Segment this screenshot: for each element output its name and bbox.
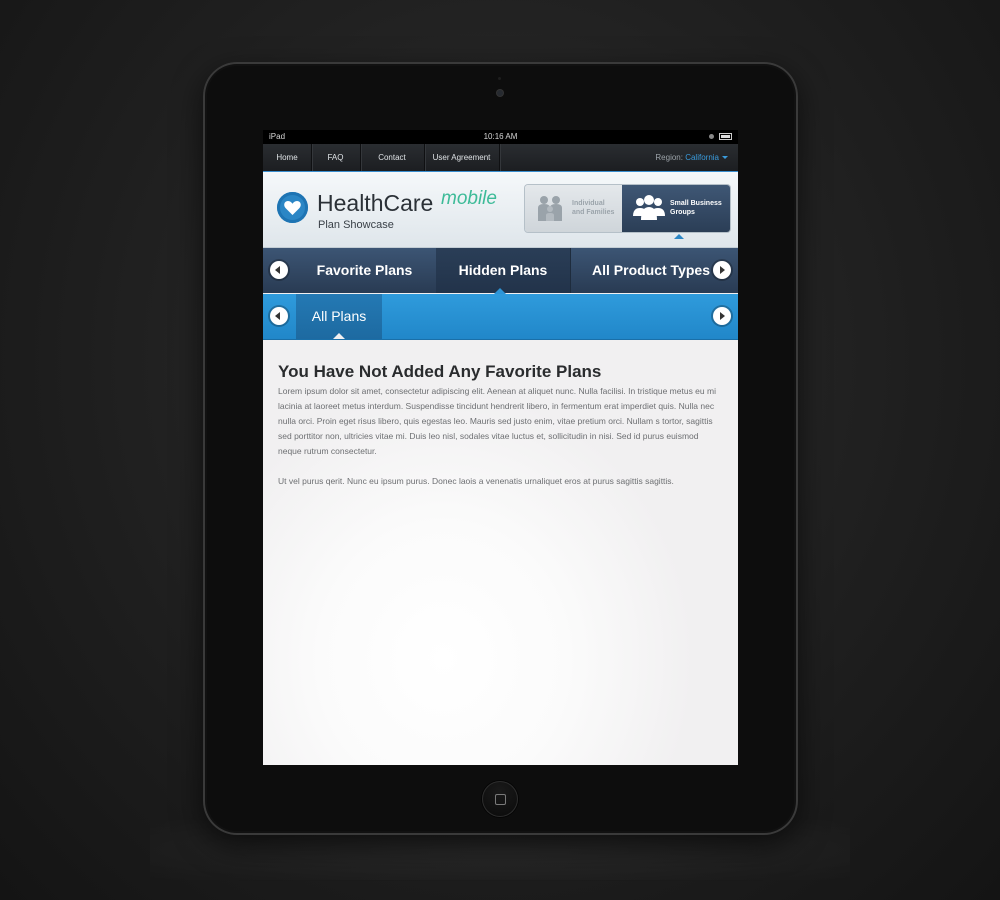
tab-hidden-plans[interactable]: Hidden Plans bbox=[436, 248, 571, 293]
segment-individual-line1: Individual bbox=[572, 200, 605, 207]
segment-business-line1: Small Business bbox=[670, 200, 722, 207]
status-time: 10:16 AM bbox=[483, 132, 518, 141]
home-button[interactable] bbox=[482, 781, 518, 817]
empty-state-paragraph-2: Ut vel purus qerit. Nunc eu ipsum purus.… bbox=[278, 476, 674, 486]
empty-state-heading: You Have Not Added Any Favorite Plans bbox=[278, 362, 602, 381]
audience-segmented-control: Individual and Families Small Business G… bbox=[525, 185, 730, 232]
main-content: You Have Not Added Any Favorite Plans Lo… bbox=[263, 340, 738, 765]
brand-header: HealthCare mobile Plan Showcase Individu… bbox=[263, 172, 738, 248]
tab-label: All Plans bbox=[311, 308, 367, 324]
secondary-tabs-next-button[interactable] bbox=[713, 307, 731, 325]
app-title: HealthCare bbox=[317, 190, 434, 216]
tab-label: Favorite Plans bbox=[316, 262, 413, 278]
arrow-left-icon bbox=[275, 266, 280, 274]
group-icon bbox=[633, 195, 665, 220]
nav-contact[interactable]: Contact bbox=[360, 144, 425, 171]
arrow-left-icon bbox=[275, 312, 280, 320]
segment-individual[interactable]: Individual and Families bbox=[525, 185, 622, 232]
primary-tabs: Favorite Plans Hidden Plans All Product … bbox=[263, 248, 738, 294]
region-value: California bbox=[685, 153, 719, 162]
nav-user-agreement[interactable]: User Agreement bbox=[424, 144, 500, 171]
top-nav: Home FAQ Contact User Agreement Region: … bbox=[263, 144, 738, 172]
selected-segment-pointer bbox=[674, 234, 684, 239]
arrow-right-icon bbox=[720, 312, 725, 320]
segment-small-business[interactable]: Small Business Groups bbox=[622, 185, 730, 232]
empty-state-paragraph-1: Lorem ipsum dolor sit amet, consectetur … bbox=[278, 386, 716, 456]
primary-tabs-next-button[interactable] bbox=[713, 261, 731, 279]
ambient-sensor bbox=[498, 77, 501, 80]
app-subtitle: Plan Showcase bbox=[318, 219, 394, 231]
chevron-down-icon bbox=[722, 156, 728, 160]
secondary-tabs-prev-button[interactable] bbox=[270, 307, 288, 325]
battery-icon bbox=[719, 133, 732, 140]
segment-business-line2: Groups bbox=[670, 209, 695, 216]
app-title-suffix: mobile bbox=[441, 188, 497, 209]
segment-individual-line2: and Families bbox=[572, 209, 615, 216]
status-bar: iPad 10:16 AM bbox=[263, 130, 738, 144]
primary-tabs-prev-button[interactable] bbox=[270, 261, 288, 279]
nav-home[interactable]: Home bbox=[263, 144, 312, 171]
region-selector[interactable]: Region: California bbox=[655, 144, 728, 171]
arrow-right-icon bbox=[720, 266, 725, 274]
family-icon bbox=[538, 196, 562, 221]
tab-favorite-plans[interactable]: Favorite Plans bbox=[263, 248, 437, 293]
app-screen: iPad 10:16 AM Home FAQ Contact User Agre… bbox=[263, 130, 738, 765]
secondary-tabs: All Plans bbox=[263, 294, 738, 340]
front-camera bbox=[497, 90, 503, 96]
active-subtab-pointer bbox=[333, 333, 345, 339]
tab-label: Hidden Plans bbox=[458, 262, 548, 278]
home-square-icon bbox=[495, 794, 506, 805]
nav-faq[interactable]: FAQ bbox=[311, 144, 361, 171]
tab-label: All Product Types bbox=[592, 262, 710, 278]
lock-icon bbox=[709, 134, 714, 139]
region-label: Region: bbox=[655, 153, 683, 162]
heart-icon bbox=[277, 192, 308, 223]
